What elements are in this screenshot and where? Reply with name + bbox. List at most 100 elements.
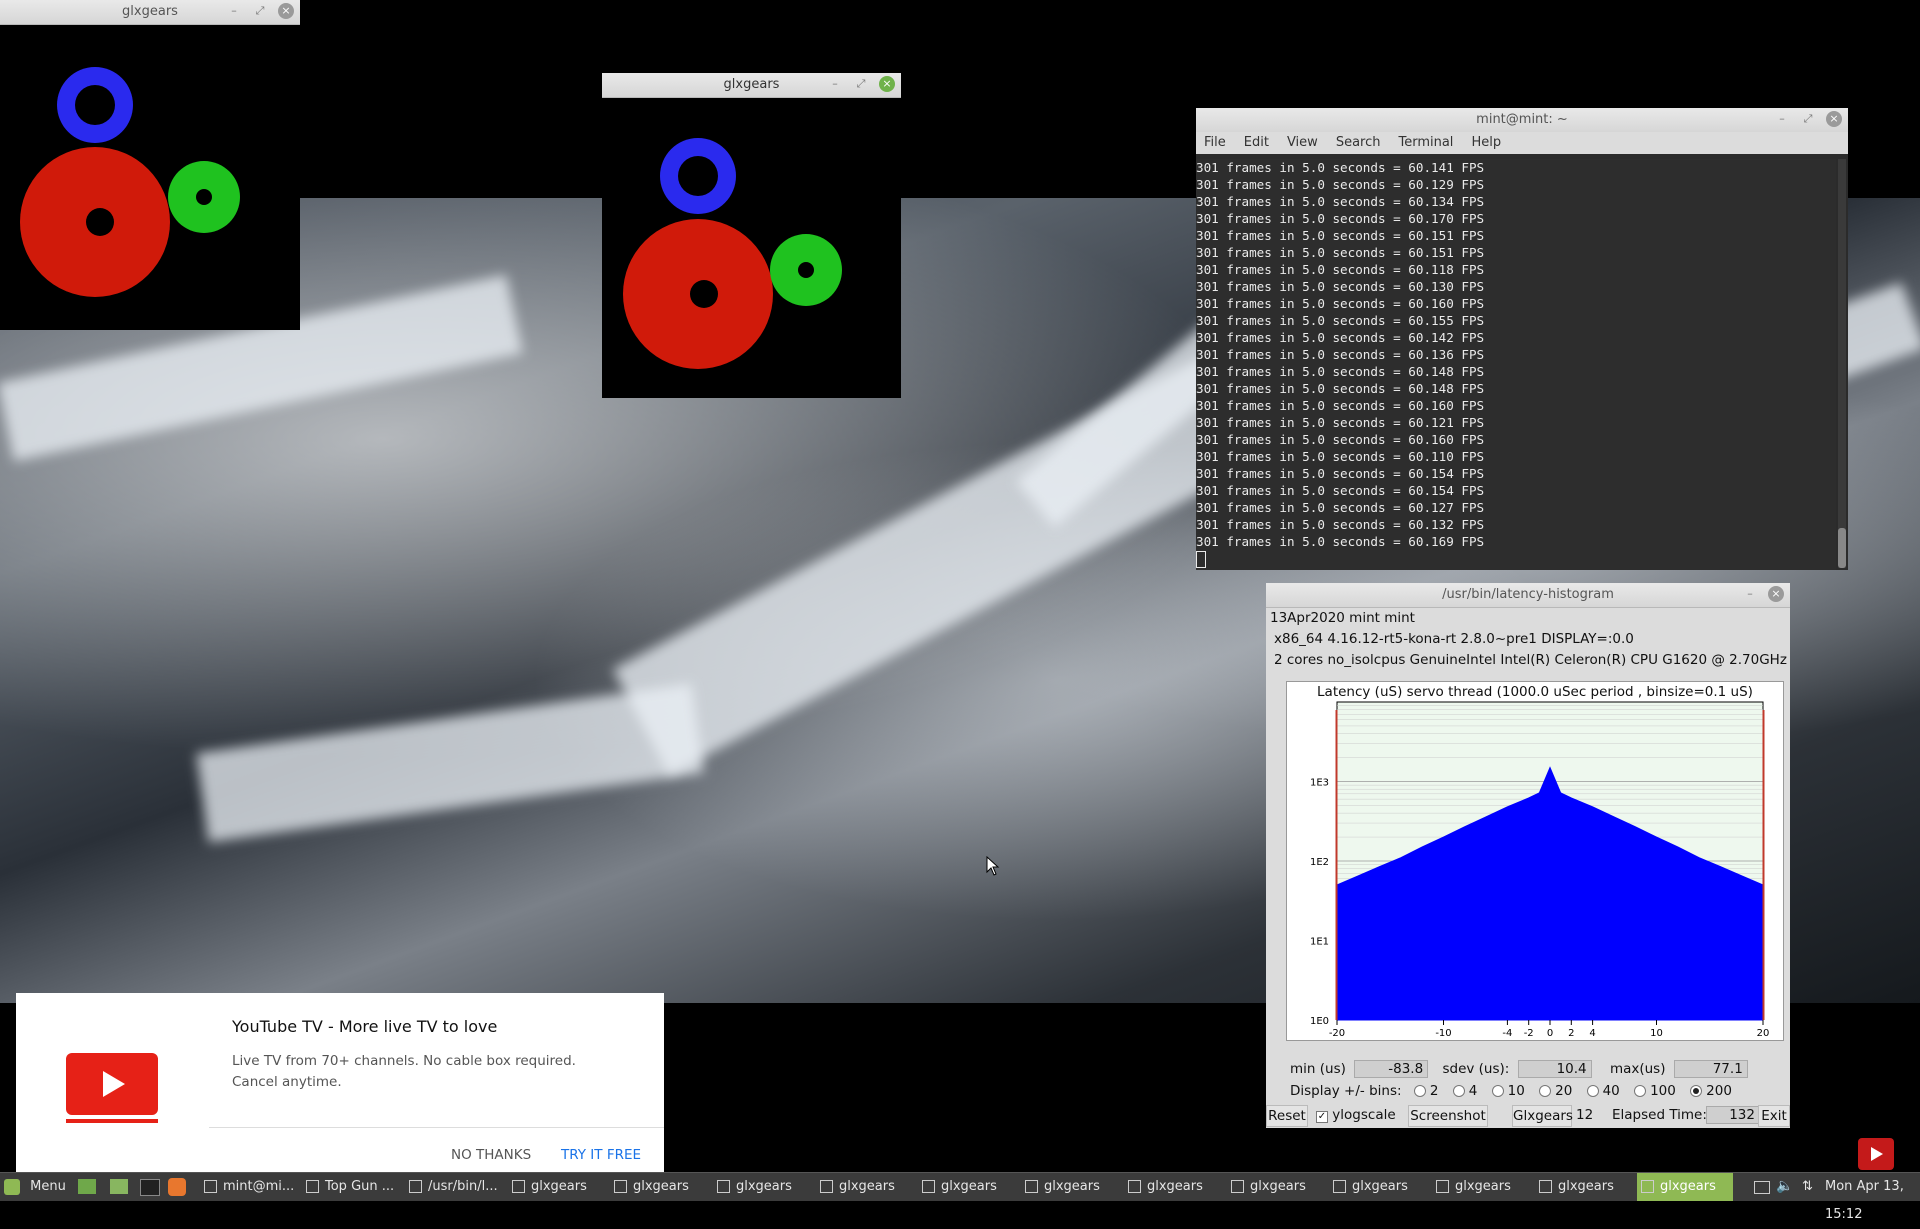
close-icon[interactable]: × <box>278 3 294 19</box>
scrollbar-thumb[interactable] <box>1838 528 1846 568</box>
taskbar-item[interactable]: glxgears <box>610 1173 708 1201</box>
min-value: -83.8 <box>1354 1060 1429 1078</box>
latency-histogram-window[interactable]: /usr/bin/latency-histogram – × 13Apr2020… <box>1266 583 1790 1128</box>
close-icon[interactable]: × <box>1768 586 1784 602</box>
terminal-launcher-icon[interactable] <box>140 1179 160 1196</box>
terminal-prompt[interactable] <box>1196 550 1836 568</box>
taskbar-item[interactable]: glxgears <box>508 1173 606 1201</box>
ylogscale-label: ylogscale <box>1332 1107 1396 1123</box>
taskbar-item-label: glxgears <box>1352 1179 1408 1194</box>
x-tick-label: 4 <box>1589 1028 1595 1039</box>
minimize-icon[interactable]: – <box>1774 111 1790 127</box>
menu-button[interactable]: Menu <box>4 1173 68 1201</box>
bins-radio-4[interactable] <box>1452 1085 1465 1097</box>
menu-help[interactable]: Help <box>1471 132 1501 154</box>
ylogscale-checkbox[interactable]: ✓ <box>1316 1111 1328 1123</box>
bins-radio-40[interactable] <box>1586 1085 1599 1097</box>
minimize-icon[interactable]: – <box>827 76 843 92</box>
exit-button[interactable]: Exit <box>1758 1105 1790 1127</box>
terminal-line: 301 frames in 5.0 seconds = 60.148 FPS <box>1196 381 1485 396</box>
maximize-icon[interactable]: ⤢ <box>252 3 268 19</box>
window-icon <box>1333 1180 1346 1193</box>
taskbar-item[interactable]: glxgears <box>1329 1173 1427 1201</box>
taskbar-item[interactable]: glxgears <box>1124 1173 1222 1201</box>
terminal-window[interactable]: mint@mint: ~ – ⤢ × File Edit View Search… <box>1196 108 1848 570</box>
info-cpu: 2 cores no_isolcpus GenuineIntel Intel(R… <box>1274 652 1787 668</box>
bins-radio-200[interactable] <box>1690 1085 1703 1097</box>
glxgears-window-1[interactable]: glxgears – ⤢ × <box>0 0 300 330</box>
taskbar-item[interactable]: glxgears <box>1432 1173 1530 1201</box>
y-tick-label: 1E0 <box>1310 1016 1329 1027</box>
menu-view[interactable]: View <box>1287 132 1318 154</box>
window-titlebar[interactable]: mint@mint: ~ – ⤢ × <box>1196 108 1848 133</box>
terminal-line: 301 frames in 5.0 seconds = 60.141 FPS <box>1196 160 1485 175</box>
window-title: glxgears <box>723 77 780 92</box>
maximize-icon[interactable]: ⤢ <box>1800 111 1816 127</box>
glxgears-button[interactable]: Glxgears <box>1512 1105 1573 1127</box>
bins-option-label: 2 <box>1429 1083 1439 1099</box>
close-icon[interactable]: × <box>879 76 895 92</box>
window-titlebar[interactable]: glxgears – ⤢ × <box>0 0 300 25</box>
taskbar-item[interactable]: glxgears <box>1227 1173 1325 1201</box>
bins-option-label: 40 <box>1602 1083 1620 1099</box>
menu-edit[interactable]: Edit <box>1244 132 1269 154</box>
min-label: min (us) <box>1290 1061 1346 1077</box>
ylogscale-checkbox-row[interactable]: ✓ ylogscale <box>1316 1107 1396 1123</box>
clock[interactable]: Mon Apr 13, 15:12 <box>1825 1173 1920 1229</box>
window-titlebar[interactable]: glxgears – ⤢ × <box>602 73 901 98</box>
window-icon <box>1539 1180 1552 1193</box>
taskbar-item[interactable]: glxgears <box>1021 1173 1119 1201</box>
try-it-free-button[interactable]: TRY IT FREE <box>561 1147 641 1163</box>
close-icon[interactable]: × <box>1826 111 1842 127</box>
menu-search[interactable]: Search <box>1336 132 1381 154</box>
taskbar-item-label: mint@mi... <box>223 1179 295 1194</box>
bins-radio-100[interactable] <box>1634 1085 1647 1097</box>
red-gear-icon <box>20 147 170 297</box>
tv-stand-icon <box>66 1119 158 1123</box>
terminal-line: 301 frames in 5.0 seconds = 60.121 FPS <box>1196 415 1485 430</box>
minimize-icon[interactable]: – <box>226 3 242 19</box>
firefox-icon[interactable] <box>168 1178 186 1196</box>
taskbar-item-label: glxgears <box>1044 1179 1100 1194</box>
terminal-line: 301 frames in 5.0 seconds = 60.160 FPS <box>1196 398 1485 413</box>
elapsed-value: 132 <box>1706 1106 1760 1124</box>
window-title: glxgears <box>122 4 178 19</box>
bins-radio-2[interactable] <box>1413 1085 1426 1097</box>
screenshot-button[interactable]: Screenshot <box>1408 1105 1488 1127</box>
bins-radio-20[interactable] <box>1539 1085 1552 1097</box>
maximize-icon[interactable]: ⤢ <box>853 76 869 92</box>
taskbar-item[interactable]: glxgears <box>713 1173 811 1201</box>
taskbar-item[interactable]: mint@mi... <box>200 1173 298 1201</box>
y-tick-label: 1E1 <box>1310 937 1329 948</box>
youtube-tv-popup[interactable]: YouTube TV - More live TV to love Live T… <box>16 993 664 1173</box>
taskbar-item-label: glxgears <box>1147 1179 1203 1194</box>
network-icon[interactable]: ⇅ <box>1802 1179 1813 1194</box>
terminal-line: 301 frames in 5.0 seconds = 60.136 FPS <box>1196 347 1485 362</box>
taskbar-item[interactable]: Top Gun ... <box>302 1173 400 1201</box>
glxgears-window-2[interactable]: glxgears – ⤢ × <box>602 73 901 398</box>
reset-button[interactable]: Reset <box>1266 1105 1308 1127</box>
taskbar-item[interactable]: glxgears <box>1637 1173 1733 1201</box>
no-thanks-button[interactable]: NO THANKS <box>451 1147 531 1163</box>
files-icon[interactable] <box>110 1179 128 1194</box>
terminal-output[interactable]: 301 frames in 5.0 seconds = 60.141 FPS 30… <box>1196 159 1836 570</box>
minimize-icon[interactable]: – <box>1742 586 1758 602</box>
taskbar-item[interactable]: glxgears <box>918 1173 1016 1201</box>
taskbar-item-label: glxgears <box>941 1179 997 1194</box>
terminal-line: 301 frames in 5.0 seconds = 60.160 FPS <box>1196 432 1485 447</box>
taskbar-item[interactable]: glxgears <box>1535 1173 1633 1201</box>
terminal-scrollbar[interactable] <box>1838 159 1846 568</box>
show-desktop-icon[interactable] <box>78 1179 96 1194</box>
taskbar-item[interactable]: glxgears <box>816 1173 914 1201</box>
volume-icon[interactable]: 🔈 <box>1776 1178 1793 1194</box>
bins-radio-10[interactable] <box>1491 1085 1504 1097</box>
youtube-tv-logo-icon <box>66 1053 158 1115</box>
menu-file[interactable]: File <box>1204 132 1226 154</box>
notifications-icon[interactable] <box>1754 1181 1770 1194</box>
terminal-line: 301 frames in 5.0 seconds = 60.169 FPS <box>1196 534 1485 549</box>
window-titlebar[interactable]: /usr/bin/latency-histogram – × <box>1266 583 1790 608</box>
taskbar-item[interactable]: /usr/bin/l... <box>405 1173 503 1201</box>
menu-terminal[interactable]: Terminal <box>1398 132 1453 154</box>
taskbar-item-label: glxgears <box>633 1179 689 1194</box>
info-date: 13Apr2020 mint mint <box>1270 610 1415 626</box>
